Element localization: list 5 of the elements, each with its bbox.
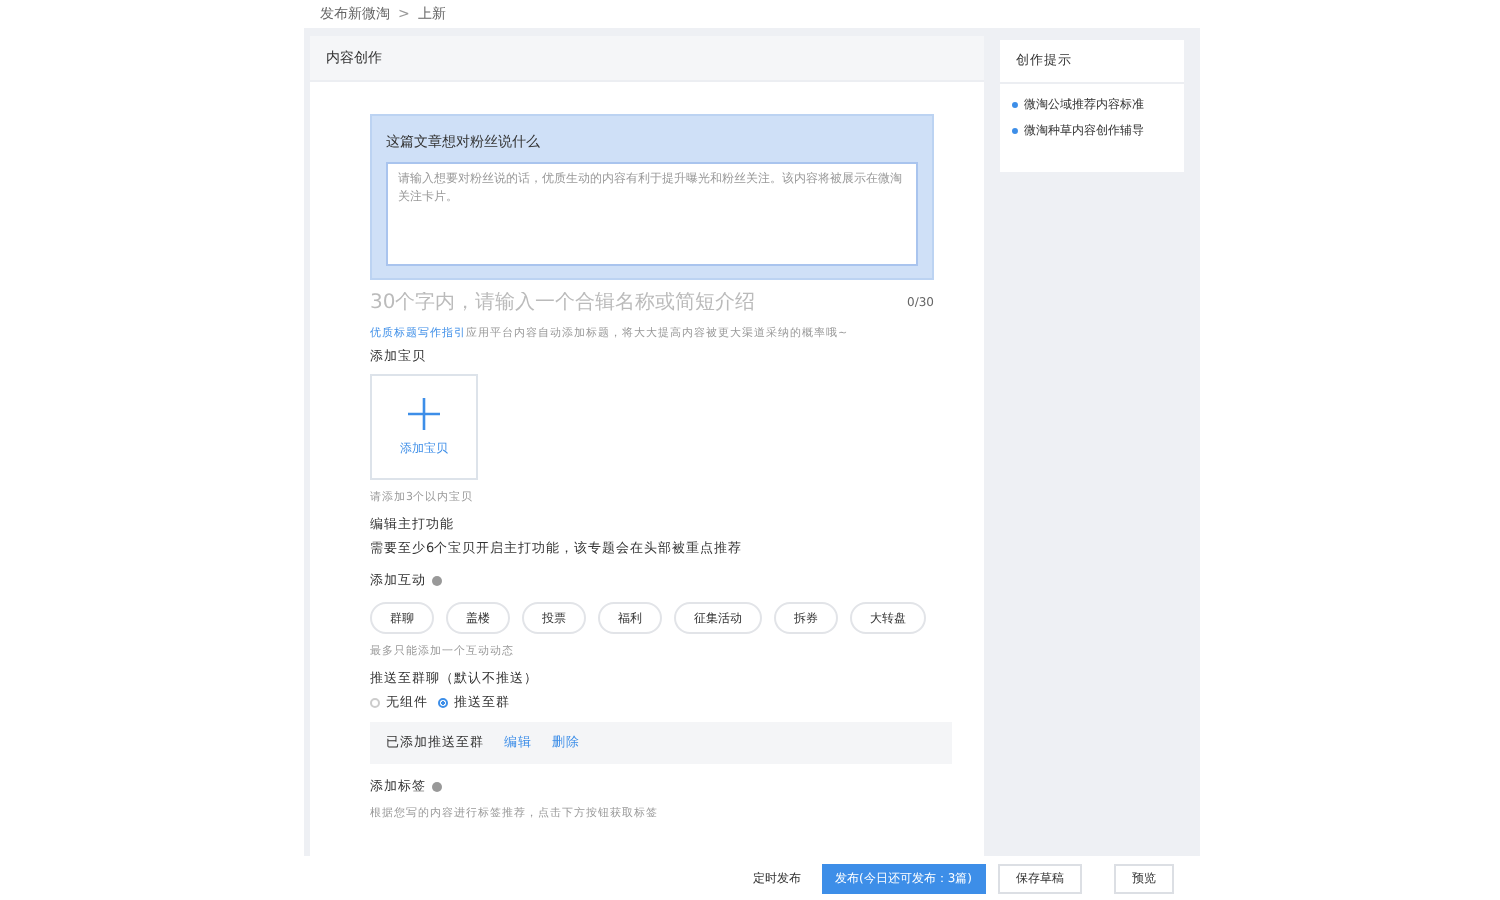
bullet-icon (1012, 128, 1018, 134)
radio-button[interactable] (370, 698, 380, 708)
plus-icon (406, 396, 442, 432)
bullet-icon (1012, 102, 1018, 108)
radio-button[interactable] (438, 698, 448, 708)
